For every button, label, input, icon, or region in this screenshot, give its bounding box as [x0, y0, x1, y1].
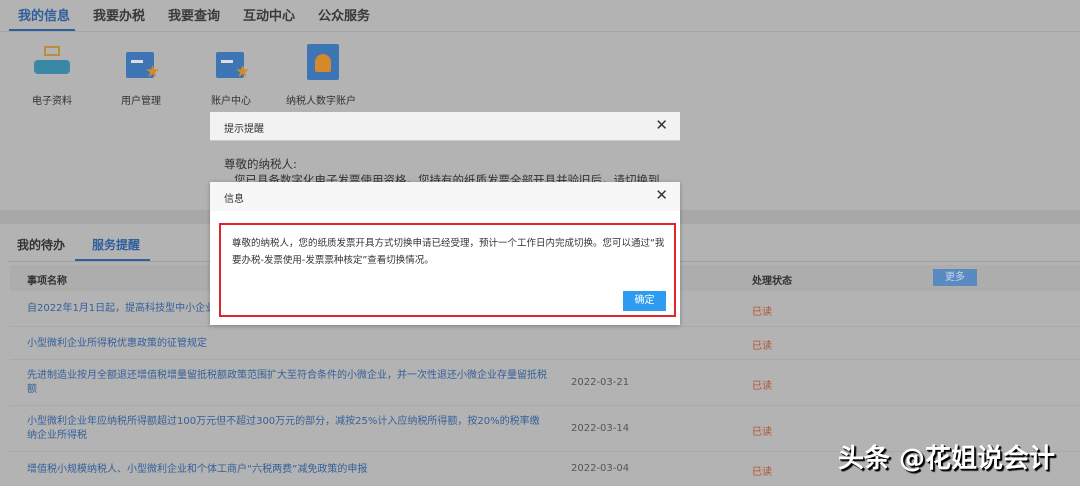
dialog-header: 信息 ✕ — [210, 182, 680, 211]
confirm-button[interactable]: 确定 — [623, 291, 666, 311]
shortcut-label: 账户中心 — [211, 96, 251, 107]
tab-public-service[interactable]: 公众服务 — [318, 5, 370, 24]
row-title[interactable]: 先进制造业按月全额退还增值税增量留抵税额政策范围扩大至符合条件的小微企业，并一次… — [27, 369, 547, 397]
row-status: 已读 — [752, 467, 772, 478]
active-tab-underline — [9, 29, 75, 31]
row-status: 已读 — [752, 307, 772, 318]
dialog-title: 信息 — [224, 194, 244, 205]
row-date: 2022-03-21 — [571, 377, 630, 388]
tab-service-reminder[interactable]: 服务提醒 — [92, 236, 140, 253]
row-title[interactable]: 小型微利企业年应纳税所得额超过100万元但不超过300万元的部分，减按25%计入… — [27, 415, 547, 443]
tab-my-info[interactable]: 我的信息 — [18, 5, 70, 24]
dialog-message: 尊敬的纳税人，您的纸质发票开具方式切换申请已经受理，预计一个工作日内完成切换。您… — [232, 238, 665, 266]
shortcut-account-center[interactable]: ★ 账户中心 — [186, 42, 276, 107]
shortcut-label: 纳税人数字账户 — [286, 96, 356, 107]
row-date: 2022-03-04 — [571, 463, 630, 474]
tab-query[interactable]: 我要查询 — [168, 5, 220, 24]
row-status: 已读 — [752, 381, 772, 392]
shortcut-user-management[interactable]: ★ 用户管理 — [96, 42, 186, 107]
printer-icon — [32, 42, 72, 82]
notice-greeting: 尊敬的纳税人: — [224, 157, 297, 171]
account-card-icon: ★ — [211, 42, 251, 82]
tab-todo[interactable]: 我的待办 — [17, 236, 65, 253]
tab-interaction[interactable]: 互动中心 — [243, 5, 295, 24]
shortcut-label: 电子资料 — [32, 96, 72, 107]
col-status-header: 处理状态 — [752, 276, 792, 287]
row-title[interactable]: 增值税小规模纳税人、小型微利企业和个体工商户“六税两费”减免政策的申报 — [27, 463, 547, 477]
watermark: 头条 @花姐说会计 — [838, 444, 1056, 474]
dialog-title: 提示提醒 — [224, 124, 264, 135]
top-nav: 我的信息 我要办税 我要查询 互动中心 公众服务 — [0, 0, 1080, 32]
shortcut-e-docs[interactable]: 电子资料 — [7, 42, 97, 107]
row-status: 已读 — [752, 341, 772, 352]
user-card-icon: ★ — [121, 42, 161, 82]
close-icon[interactable]: ✕ — [655, 186, 668, 204]
more-button[interactable]: 更多 — [933, 269, 977, 286]
row-date: 2022-03-14 — [571, 423, 630, 434]
highlight-box: 尊敬的纳税人，您的纸质发票开具方式切换申请已经受理，预计一个工作日内完成切换。您… — [219, 223, 676, 317]
tab-tax-handling[interactable]: 我要办税 — [93, 5, 145, 24]
shortcut-digital-account[interactable]: 纳税人数字账户 — [276, 42, 366, 107]
col-name-header: 事项名称 — [27, 276, 67, 287]
table-row[interactable]: 先进制造业按月全额退还增值税增量留抵税额政策范围扩大至符合条件的小微企业，并一次… — [10, 360, 1080, 406]
shortcut-label: 用户管理 — [121, 96, 161, 107]
dialog-header: 提示提醒 ✕ — [210, 112, 680, 141]
close-icon[interactable]: ✕ — [655, 116, 668, 134]
row-status: 已读 — [752, 427, 772, 438]
info-dialog: 信息 ✕ 尊敬的纳税人，您的纸质发票开具方式切换申请已经受理，预计一个工作日内完… — [210, 182, 680, 325]
digital-account-icon — [301, 42, 341, 82]
